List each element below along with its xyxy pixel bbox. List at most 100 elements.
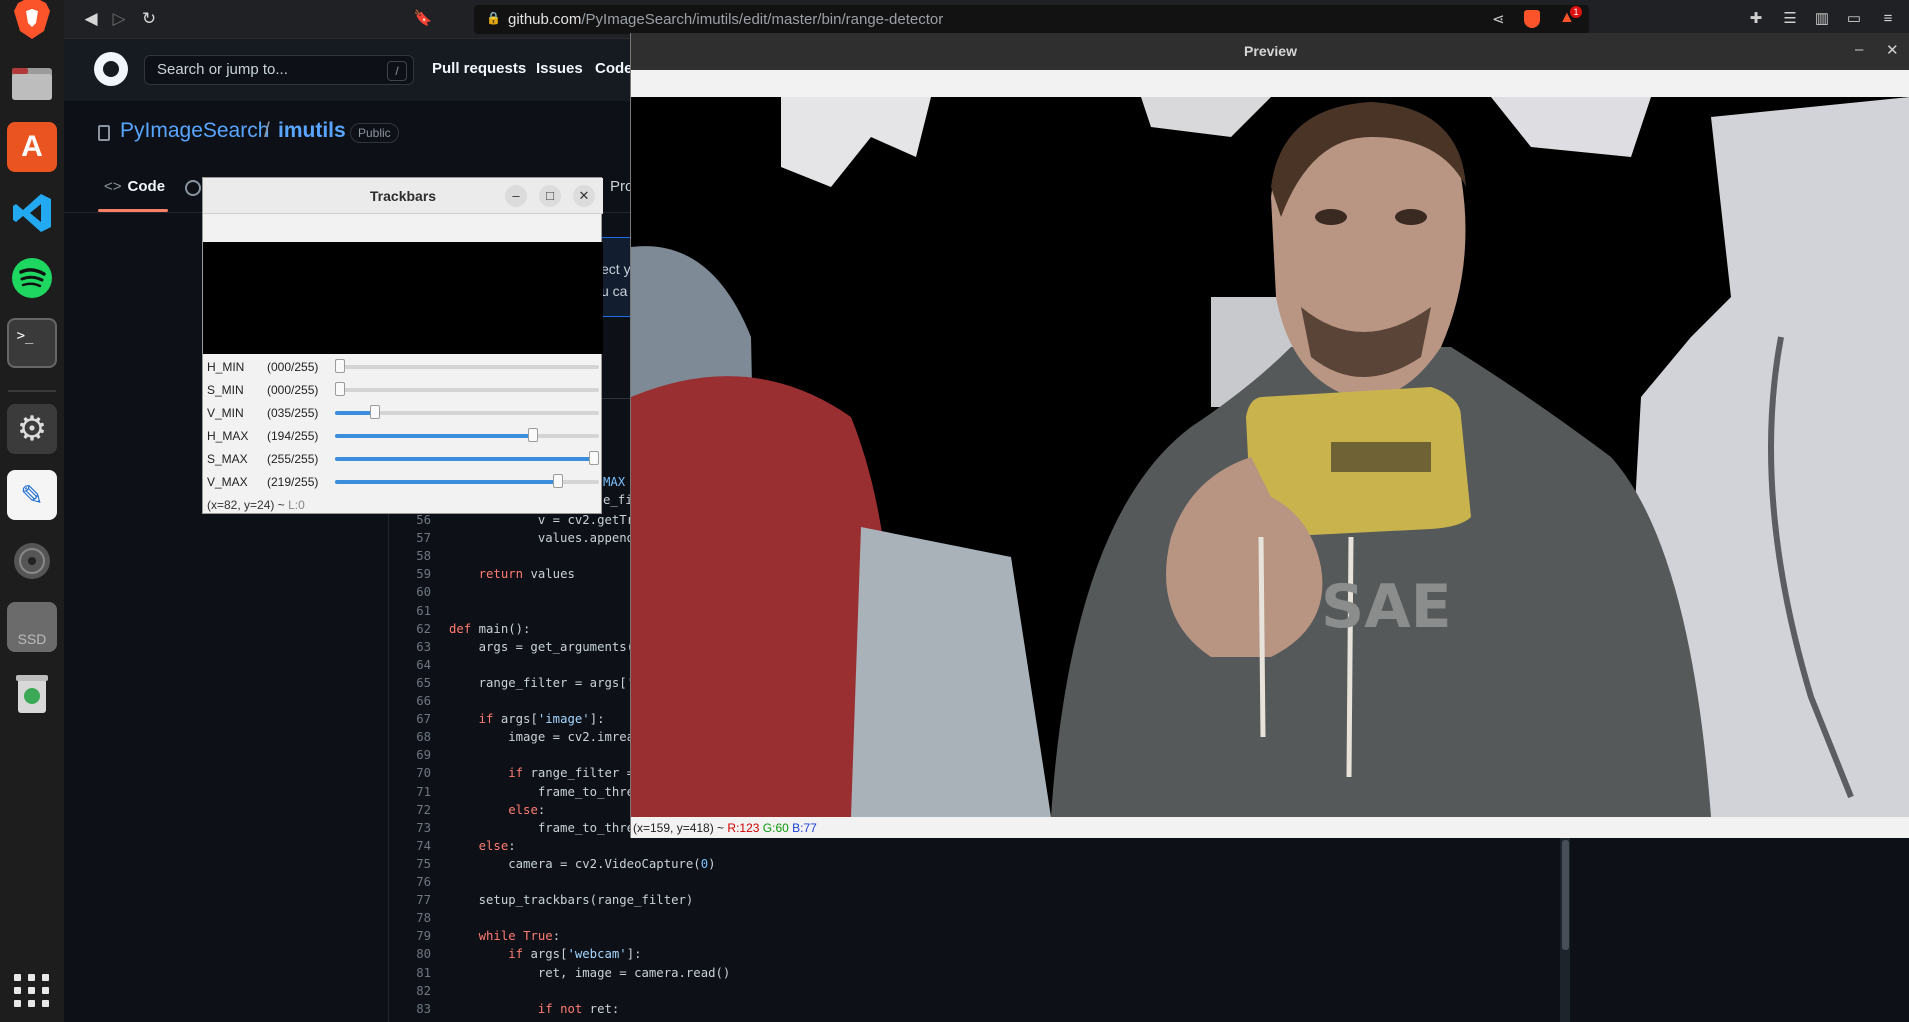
trackbar-v-max: V_MAX (219/255) bbox=[203, 471, 603, 493]
trackbar-label: H_MIN bbox=[207, 360, 245, 374]
terminal-icon[interactable]: >_ bbox=[7, 318, 57, 368]
trackbar-slider[interactable] bbox=[335, 474, 599, 488]
menu-icon[interactable]: ≡ bbox=[1878, 9, 1898, 29]
maximize-icon[interactable]: □ bbox=[539, 185, 561, 207]
repo-owner-link[interactable]: PyImageSearch bbox=[120, 119, 269, 143]
brave-shields-icon[interactable] bbox=[1524, 10, 1540, 28]
forward-icon[interactable]: ▷ bbox=[108, 8, 130, 30]
notification-badge: 1 bbox=[1570, 6, 1582, 18]
text-editor-icon[interactable]: ✎ bbox=[7, 470, 57, 520]
active-tab-underline bbox=[98, 209, 168, 212]
close-icon[interactable]: ✕ bbox=[573, 185, 595, 207]
code-line: 68 image = cv2.imread bbox=[389, 730, 642, 748]
code-brackets-icon: <> bbox=[104, 178, 122, 195]
extensions-icon[interactable]: ✚ bbox=[1746, 9, 1766, 29]
trackbar-handle[interactable] bbox=[589, 451, 599, 465]
code-line: 70 if range_filter == bbox=[389, 766, 641, 784]
line-number: 60 bbox=[416, 585, 431, 600]
trackbar-fill bbox=[335, 434, 536, 438]
line-number: 73 bbox=[416, 820, 431, 835]
reload-icon[interactable]: ↻ bbox=[138, 8, 160, 30]
code-line: 73 frame_to_thre bbox=[389, 821, 634, 839]
line-number: 61 bbox=[416, 603, 431, 618]
repo-separator: / bbox=[264, 119, 270, 142]
trackbar-handle[interactable] bbox=[553, 474, 563, 488]
nav-issues[interactable]: Issues bbox=[536, 60, 583, 77]
line-number: 72 bbox=[416, 802, 431, 817]
trackbars-status-value: L:0 bbox=[288, 498, 305, 512]
code-line: 76 bbox=[389, 875, 449, 893]
line-number: 78 bbox=[416, 911, 431, 926]
box-label bbox=[1331, 442, 1431, 472]
trackbar-handle[interactable] bbox=[370, 405, 380, 419]
line-number: 62 bbox=[416, 621, 431, 636]
webcam-frame: SAE bbox=[631, 97, 1909, 817]
url-text[interactable]: github.com/PyImageSearch/imutils/edit/ma… bbox=[508, 11, 943, 28]
code-line: 65 range_filter = args[' bbox=[389, 676, 634, 694]
files-icon[interactable] bbox=[7, 58, 57, 108]
trackbar-value: (219/255) bbox=[267, 475, 319, 489]
show-apps-icon[interactable] bbox=[12, 970, 52, 1010]
nav-code[interactable]: Code bbox=[595, 60, 633, 77]
trackbar-label: H_MAX bbox=[207, 429, 249, 443]
line-number: 82 bbox=[416, 983, 431, 998]
brave-browser-icon[interactable] bbox=[7, 0, 57, 44]
dock-separator bbox=[8, 390, 56, 392]
close-icon[interactable]: ✕ bbox=[1886, 41, 1899, 59]
sidebar-icon[interactable]: ▥ bbox=[1812, 9, 1832, 29]
trackbars-window: Trackbars – □ ✕ H_MIN (000/255) S_MIN (000/… bbox=[202, 177, 603, 514]
tab-code[interactable]: <> Code bbox=[104, 178, 165, 195]
line-text: image = cv2.imread bbox=[449, 730, 642, 745]
trackbar-handle[interactable] bbox=[528, 428, 538, 442]
minimize-icon[interactable]: – bbox=[1855, 41, 1863, 58]
disc-icon[interactable] bbox=[7, 536, 57, 586]
trackbar-value: (000/255) bbox=[267, 360, 319, 374]
preview-window: Preview – ✕ SAE (x=159, y=418) ~ R:123 G… bbox=[630, 33, 1909, 838]
code-line: 69 bbox=[389, 748, 449, 766]
trash-icon[interactable] bbox=[7, 668, 57, 718]
wall-patch bbox=[1141, 97, 1271, 137]
editor-scrollbar-thumb[interactable] bbox=[1562, 840, 1569, 950]
line-text: ret, image = camera.read() bbox=[449, 965, 731, 980]
trackbar-value: (035/255) bbox=[267, 406, 319, 420]
trackbar-slider[interactable] bbox=[335, 382, 599, 396]
spotify-icon[interactable] bbox=[7, 253, 57, 303]
line-number: 58 bbox=[416, 549, 431, 564]
reading-list-icon[interactable]: ☰ bbox=[1780, 9, 1800, 29]
trackbar-slider[interactable] bbox=[335, 405, 599, 419]
preview-title: Preview bbox=[1244, 43, 1297, 59]
preview-image[interactable]: SAE bbox=[631, 97, 1909, 817]
software-center-icon[interactable]: A bbox=[7, 122, 57, 172]
share-icon[interactable]: ⋖ bbox=[1492, 10, 1505, 28]
settings-icon[interactable]: ⚙ bbox=[7, 404, 57, 454]
search-input[interactable]: Search or jump to... bbox=[144, 55, 414, 85]
trackbar-label: V_MAX bbox=[207, 475, 248, 489]
trackbar-fill bbox=[335, 457, 599, 461]
address-bar[interactable]: 🔒 github.com/PyImageSearch/imutils/edit/… bbox=[474, 5, 1589, 34]
line-number: 57 bbox=[416, 531, 431, 546]
nav-pull-requests[interactable]: Pull requests bbox=[432, 60, 526, 77]
trackbars-status-bar: (x=82, y=24) ~ L:0 bbox=[207, 498, 305, 512]
line-number: 56 bbox=[416, 513, 431, 527]
code-line: 67 if args['image']: bbox=[389, 712, 604, 730]
trackbar-handle[interactable] bbox=[335, 359, 345, 373]
line-number: 80 bbox=[416, 947, 431, 962]
trackbar-slider[interactable] bbox=[335, 428, 599, 442]
trackbar-slider[interactable] bbox=[335, 359, 599, 373]
repo-name-link[interactable]: imutils bbox=[278, 119, 346, 143]
vscode-icon[interactable] bbox=[7, 188, 57, 238]
minimize-icon[interactable]: – bbox=[505, 185, 527, 207]
line-number: 67 bbox=[416, 712, 431, 727]
github-logo-icon[interactable] bbox=[94, 52, 128, 86]
issues-tab-icon[interactable] bbox=[185, 180, 201, 196]
bookmark-icon[interactable]: 🔖 bbox=[412, 8, 434, 30]
line-text: v = cv2.getTra bbox=[449, 513, 642, 527]
ssd-drive-icon[interactable]: SSD bbox=[7, 602, 57, 652]
trackbar-slider[interactable] bbox=[335, 451, 599, 465]
wallet-icon[interactable]: ▭ bbox=[1844, 9, 1864, 29]
line-number: 59 bbox=[416, 567, 431, 582]
preview-titlebar[interactable]: Preview – ✕ bbox=[631, 33, 1909, 70]
trackbar-handle[interactable] bbox=[335, 382, 345, 396]
trackbars-titlebar[interactable]: Trackbars – □ ✕ bbox=[203, 178, 603, 214]
back-icon[interactable]: ◀ bbox=[80, 8, 102, 30]
